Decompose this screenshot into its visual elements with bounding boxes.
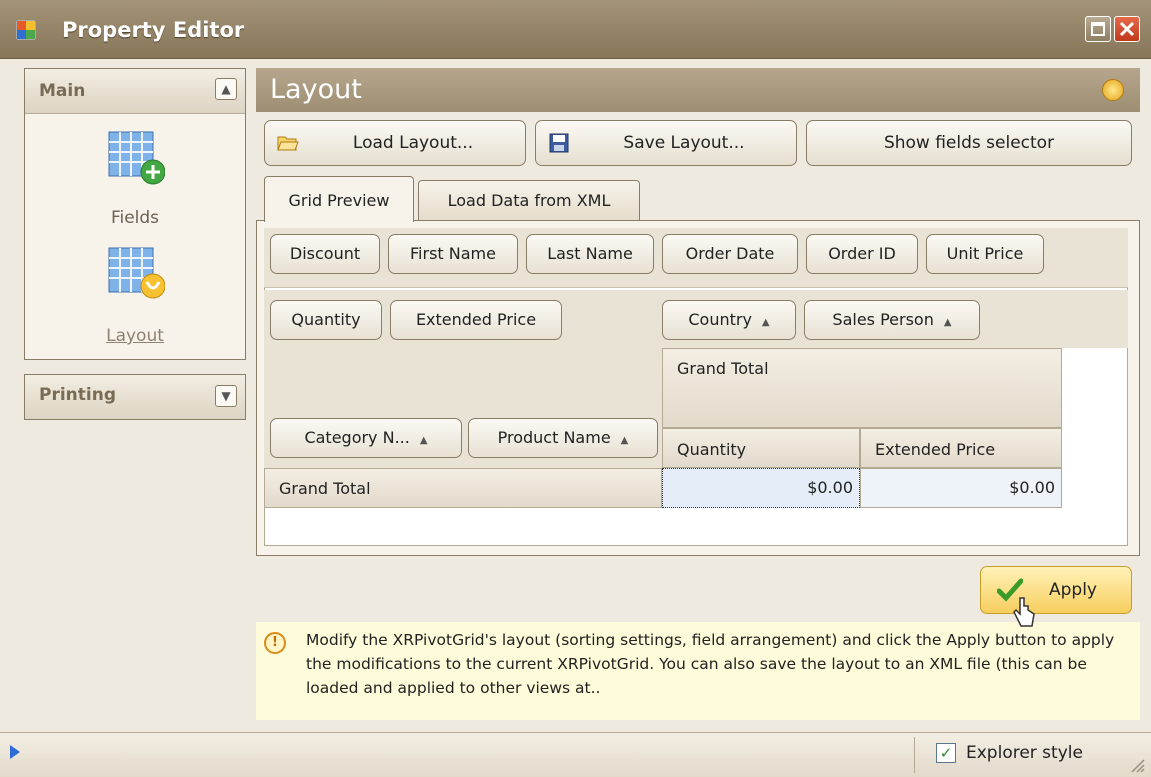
column-field-sales-person[interactable]: Sales Person ▲ — [804, 300, 980, 340]
nav-group-printing[interactable]: Printing ▼ — [24, 374, 246, 420]
chevron-up-icon: ▲ — [221, 82, 231, 96]
nav-item-layout[interactable]: Layout — [24, 326, 246, 346]
cell-value: $0.00 — [1009, 478, 1055, 497]
load-layout-label: Load Layout... — [352, 133, 474, 153]
row-grand-total-label: Grand Total — [279, 479, 371, 498]
explorer-style-label: Explorer style — [966, 743, 1083, 763]
column-grand-total-label: Grand Total — [677, 359, 769, 378]
field-label: Quantity — [291, 310, 361, 329]
data-field-quantity[interactable]: Quantity — [270, 300, 382, 340]
sort-ascending-icon: ▲ — [943, 317, 952, 328]
row-field-product-name[interactable]: Product Name ▲ — [468, 418, 658, 458]
sort-ascending-icon: ▲ — [761, 317, 770, 328]
show-fields-selector-button[interactable]: Show fields selector — [806, 120, 1132, 166]
chevron-down-icon: ▼ — [221, 389, 231, 403]
field-label: Order Date — [685, 244, 775, 263]
table-cell[interactable]: $0.00 — [860, 468, 1062, 508]
filter-field-unit-price[interactable]: Unit Price — [926, 234, 1044, 274]
maximize-button[interactable] — [1085, 16, 1111, 42]
tab-load-data-xml[interactable]: Load Data from XML — [418, 180, 640, 220]
divider — [914, 737, 915, 773]
load-layout-button[interactable]: Load Layout... — [264, 120, 526, 166]
nav-group-main-header[interactable]: Main ▲ — [25, 69, 245, 114]
filter-field-order-date[interactable]: Order Date — [662, 234, 798, 274]
data-field-extended-price[interactable]: Extended Price — [390, 300, 562, 340]
save-layout-button[interactable]: Save Layout... — [535, 120, 797, 166]
nav-group-main-label: Main — [39, 81, 86, 101]
property-editor-window: Property Editor Main ▲ Fields Layout Pri… — [0, 0, 1151, 777]
field-label: Country — [688, 310, 752, 329]
field-label: Product Name — [497, 428, 611, 447]
value-header-quantity[interactable]: Quantity — [662, 428, 860, 468]
sort-ascending-icon: ▲ — [419, 435, 428, 446]
layout-grid-icon[interactable] — [105, 246, 165, 302]
cell-value: $0.00 — [807, 478, 853, 497]
layout-settings-icon — [1102, 79, 1124, 101]
apply-button[interactable]: Apply — [980, 566, 1132, 614]
column-grand-total-header[interactable]: Grand Total — [662, 348, 1062, 428]
value-header-extended-price[interactable]: Extended Price — [860, 428, 1062, 468]
play-arrow-icon — [10, 745, 20, 759]
show-fields-selector-label: Show fields selector — [883, 133, 1055, 153]
title-bar[interactable]: Property Editor — [0, 0, 1151, 59]
field-label: Unit Price — [946, 244, 1024, 263]
hand-cursor-icon — [1013, 597, 1035, 627]
window-title: Property Editor — [62, 18, 245, 42]
close-icon — [1119, 21, 1135, 37]
expand-printing-button[interactable]: ▼ — [215, 385, 237, 407]
info-lightbulb-icon: ! — [264, 632, 286, 654]
apply-label: Apply — [1049, 580, 1097, 600]
tab-grid-preview[interactable]: Grid Preview — [264, 176, 414, 222]
filter-field-order-id[interactable]: Order ID — [806, 234, 918, 274]
field-label: Category N... — [304, 428, 410, 447]
tab-load-data-xml-label: Load Data from XML — [447, 191, 611, 210]
nav-group-printing-label: Printing — [39, 385, 116, 405]
nav-item-fields[interactable]: Fields — [24, 208, 246, 228]
field-label: Sales Person — [832, 310, 934, 329]
explorer-style-checkbox[interactable]: ✓ — [936, 743, 956, 763]
tab-grid-preview-label: Grid Preview — [288, 191, 390, 210]
row-grand-total-header[interactable]: Grand Total — [264, 468, 662, 508]
fields-grid-icon[interactable] — [105, 130, 165, 186]
field-label: Extended Price — [415, 310, 537, 329]
save-layout-label: Save Layout... — [623, 133, 745, 153]
field-label: Last Name — [547, 244, 633, 263]
filter-field-discount[interactable]: Discount — [270, 234, 380, 274]
close-button[interactable] — [1114, 16, 1140, 42]
filter-field-first-name[interactable]: First Name — [388, 234, 518, 274]
table-cell[interactable]: $0.00 — [662, 468, 860, 508]
status-bar: ✓ Explorer style — [0, 732, 1151, 777]
field-label: Order ID — [828, 244, 896, 263]
value-header-label: Extended Price — [875, 440, 996, 459]
page-title: Layout — [270, 74, 362, 105]
info-text: Modify the XRPivotGrid's layout (sorting… — [306, 631, 1115, 697]
app-icon — [16, 20, 36, 40]
resize-grip-icon[interactable] — [1129, 757, 1145, 773]
value-header-label: Quantity — [677, 440, 747, 459]
maximize-icon — [1091, 22, 1105, 36]
layout-header: Layout — [256, 68, 1140, 112]
collapse-main-button[interactable]: ▲ — [215, 78, 237, 100]
field-label: Discount — [289, 244, 361, 263]
info-panel: ! Modify the XRPivotGrid's layout (sorti… — [256, 622, 1140, 720]
field-label: First Name — [410, 244, 496, 263]
sort-ascending-icon: ▲ — [620, 435, 629, 446]
row-field-category-name[interactable]: Category N... ▲ — [270, 418, 462, 458]
folder-open-icon — [277, 136, 299, 151]
filter-field-last-name[interactable]: Last Name — [526, 234, 654, 274]
save-disk-icon — [549, 133, 569, 153]
column-field-country[interactable]: Country ▲ — [662, 300, 796, 340]
